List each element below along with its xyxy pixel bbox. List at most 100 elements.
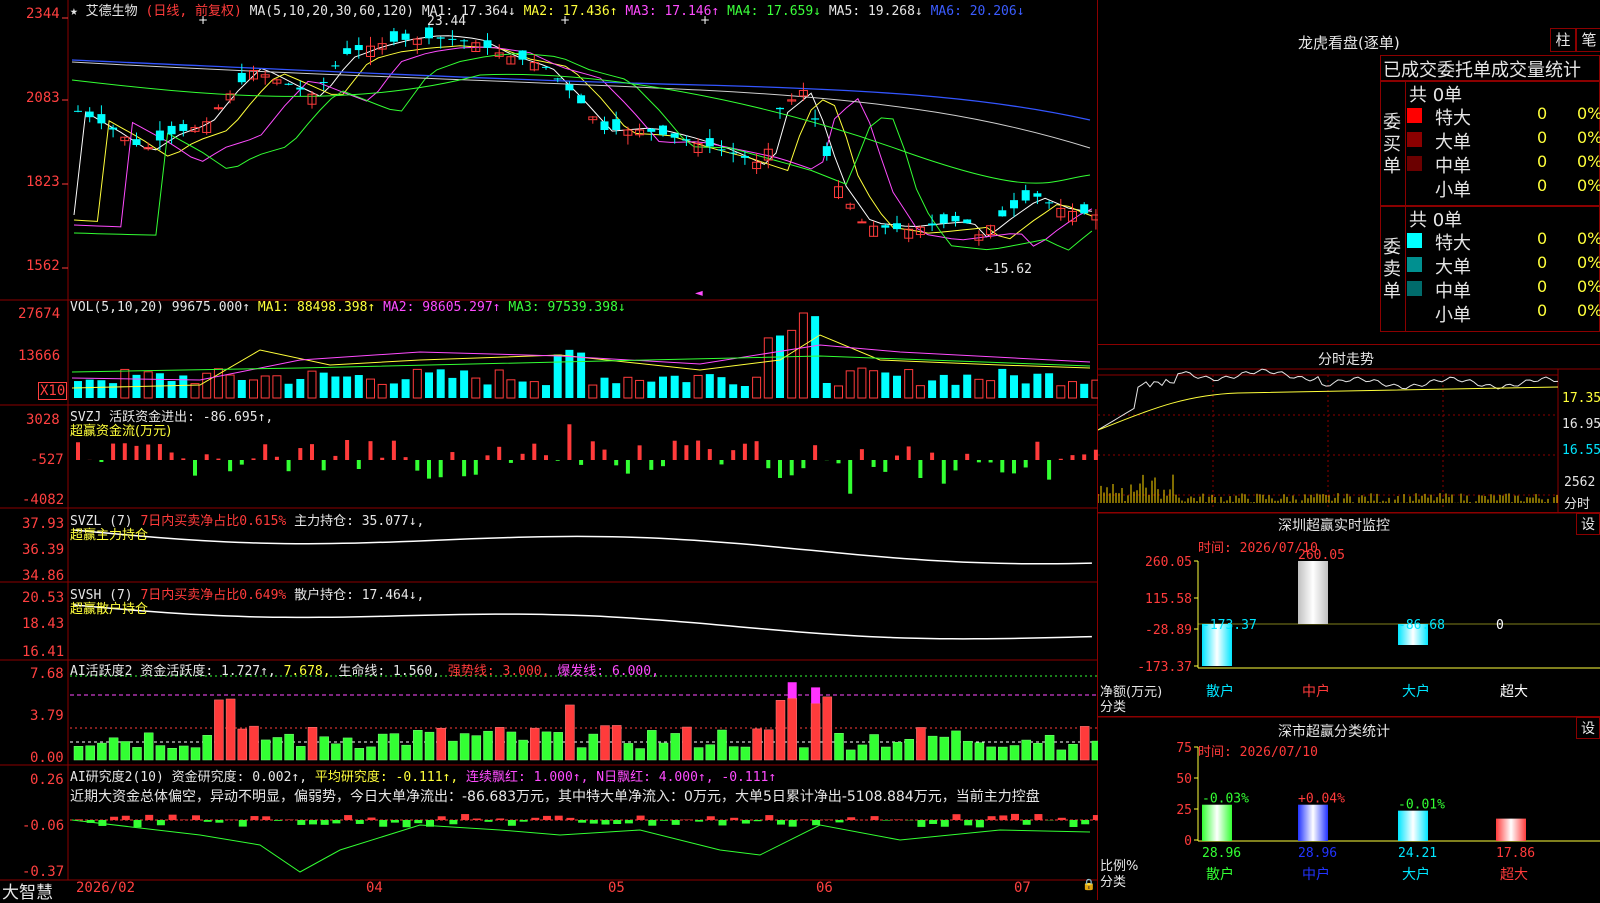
flow-bar: [486, 455, 490, 460]
kline-chart[interactable]: +++◄: [0, 0, 1098, 900]
intraday-chart[interactable]: [1098, 345, 1600, 513]
svsh-axis-3: 16.41: [22, 644, 64, 660]
research-bar: [169, 815, 177, 820]
flow-bar: [181, 458, 185, 460]
research-bar: [1011, 814, 1019, 820]
activity-bar: [881, 747, 890, 760]
monitor-xlabel: 分类: [1100, 696, 1126, 715]
flow-bar: [708, 449, 712, 460]
candle-body: [682, 139, 690, 140]
intraday-panel[interactable]: 分时走势 17.35 16.95 16.55 2562 分时: [1098, 345, 1600, 513]
monitor-axis-label: 115.58: [1145, 592, 1192, 607]
order-count: 0: [1537, 253, 1547, 272]
research-bar: [882, 820, 890, 821]
research-bar: [1034, 814, 1042, 820]
lhb-stat-title: 已成交委托单成交量统计: [1380, 55, 1600, 81]
svzl-axis-2: 36.39: [22, 542, 64, 558]
ai-act-axis-3: 0.00: [30, 750, 64, 766]
flow-bar: [918, 460, 922, 478]
activity-bar: [776, 700, 785, 760]
vol-label: VOL(5,10,20): [70, 300, 164, 315]
flow-bar: [205, 454, 209, 460]
flow-bar: [345, 440, 349, 460]
research-bar: [765, 815, 773, 820]
volume-bar: [835, 386, 843, 398]
color-swatch: [1407, 305, 1422, 320]
date-label-4: 06: [816, 880, 833, 896]
tick-mode-button[interactable]: 笔: [1576, 28, 1600, 52]
flow-bar: [942, 460, 946, 484]
activity-bar: [1045, 735, 1054, 760]
flow-bar: [415, 460, 419, 471]
ai-res-label: AI研究度2(10): [70, 770, 164, 785]
flow-bar: [392, 441, 396, 460]
flow-bar: [614, 460, 618, 465]
activity-bar: [542, 732, 551, 760]
volume-bar: [86, 380, 94, 398]
activity-bar: [168, 748, 177, 760]
order-row: 大单00%: [1407, 128, 1600, 152]
activity-bar: [507, 732, 516, 760]
order-type: 中单: [1435, 277, 1471, 303]
volume-bar: [308, 371, 316, 398]
star-icon[interactable]: ★: [70, 4, 78, 19]
order-type: 特大: [1435, 229, 1471, 255]
order-percent: 0%: [1577, 229, 1600, 248]
classify-panel: 深市超赢分类统计 设 时间: 2026/07/10 7550250-0.03%2…: [1098, 717, 1600, 900]
activity-bar: [121, 742, 130, 760]
classify-xlabel: 分类: [1100, 871, 1126, 890]
activity-bar: [320, 737, 329, 760]
sell-label: 委卖单: [1383, 237, 1403, 303]
research-bar: [566, 818, 574, 820]
research-bar: [403, 820, 411, 827]
volume-bar: [881, 372, 889, 398]
ma3-value: MA3: 17.146↑: [625, 4, 719, 19]
candle-body: [1033, 193, 1041, 196]
price-axis-3: 1823: [26, 174, 60, 190]
order-type: 特大: [1435, 104, 1471, 130]
activity-bar: [343, 738, 352, 760]
research-bar: [309, 820, 317, 824]
research-bar: [602, 820, 610, 825]
candle-body: [448, 39, 456, 40]
ai-activity-header: AI活跃度2 资金活跃度: 1.727↑, 7.678, 生命线: 1.560,…: [70, 660, 659, 679]
flow-bar: [731, 450, 735, 460]
intraday-vol-axis: 2562: [1564, 475, 1595, 490]
order-percent: 0%: [1577, 128, 1600, 147]
flow-bar: [696, 441, 700, 460]
activity-bar: [998, 747, 1007, 760]
date-axis: 大智慧 2026/02 04 05 06 07 🔒: [0, 878, 1098, 900]
research-bar: [1081, 820, 1089, 824]
research-bar: [543, 816, 551, 820]
divider: [1405, 82, 1406, 205]
candle-body: [74, 111, 82, 112]
candle-body: [320, 82, 328, 83]
activity-bar: [530, 728, 539, 760]
volume-bar: [636, 380, 644, 398]
candle-body: [647, 129, 655, 132]
research-bar: [836, 820, 844, 822]
price-axis-2: 2083: [26, 90, 60, 106]
order-row: 中单00%: [1407, 152, 1600, 176]
research-bar: [1023, 820, 1031, 825]
category-bar: [1398, 811, 1428, 841]
ai-act-axis-1: 7.68: [30, 666, 64, 682]
ai-act-strong: 强势线: 3.000,: [448, 664, 550, 679]
color-swatch: [1407, 156, 1422, 171]
classify-category: 中户: [1302, 866, 1330, 883]
bar-mode-button[interactable]: 柱: [1550, 28, 1576, 52]
volume-bar: [425, 372, 433, 398]
intraday-vol-label: 分时: [1564, 493, 1590, 512]
ai-act-value: 资金活跃度: 1.727↑,: [140, 664, 275, 679]
chart-area[interactable]: +++◄ ★ 艾德生物 (日线, 前复权) MA(5,10,20,30,60,1…: [0, 0, 1098, 900]
volume-bar: [682, 382, 690, 398]
lock-icon[interactable]: 🔒: [1082, 878, 1096, 891]
lhb-title: 龙虎看盘(逐单): [1298, 32, 1400, 53]
activity-bar: [378, 734, 387, 760]
research-bar: [332, 820, 340, 823]
date-label-5: 07: [1014, 880, 1031, 896]
volume-bar: [285, 384, 293, 398]
activity-bar: [858, 745, 867, 760]
research-bar: [321, 820, 329, 825]
activity-bar: [1057, 750, 1066, 760]
